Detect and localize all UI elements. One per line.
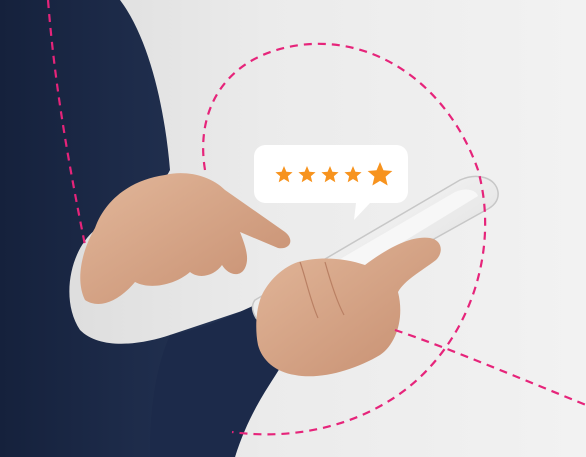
photo-scene xyxy=(0,0,586,457)
photo-canvas xyxy=(0,0,586,457)
